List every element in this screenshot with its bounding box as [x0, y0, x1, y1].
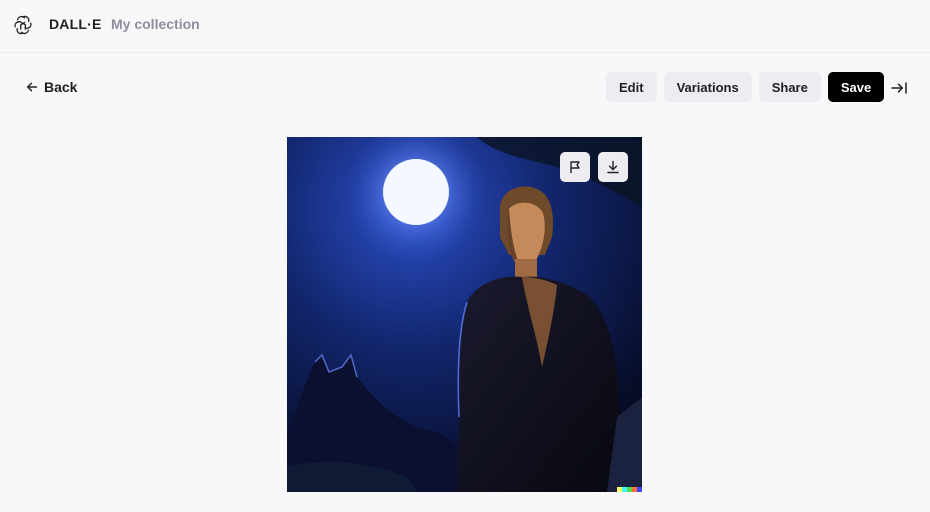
arrow-left-icon — [27, 82, 38, 92]
image-actions: Edit Variations Share Save — [606, 72, 885, 102]
dalle-signature-mark — [617, 487, 642, 492]
save-button[interactable]: Save — [827, 72, 885, 102]
generated-image-artwork — [287, 137, 642, 492]
download-icon — [607, 160, 619, 174]
top-bar: DALL·E My collection — [0, 0, 930, 53]
openai-logo-icon[interactable] — [12, 14, 34, 36]
variations-button[interactable]: Variations — [663, 72, 752, 102]
report-button[interactable] — [560, 152, 590, 182]
back-label: Back — [44, 79, 78, 95]
back-button[interactable]: Back — [26, 78, 77, 96]
generated-image[interactable] — [287, 137, 642, 492]
flag-icon — [570, 161, 580, 173]
arrow-right-to-line-icon[interactable] — [890, 79, 908, 97]
download-button[interactable] — [598, 152, 628, 182]
brand-title: DALL·E — [49, 16, 102, 32]
edit-button[interactable]: Edit — [606, 72, 657, 102]
my-collection-link[interactable]: My collection — [111, 16, 200, 32]
share-button[interactable]: Share — [758, 72, 821, 102]
signature-swatch-blue — [637, 487, 642, 492]
